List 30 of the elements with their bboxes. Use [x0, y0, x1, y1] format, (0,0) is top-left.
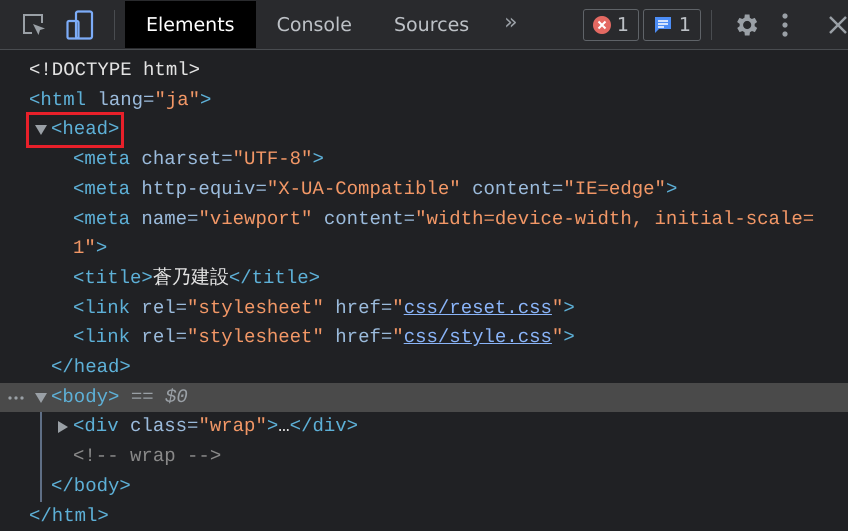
chat-icon	[652, 14, 673, 34]
panel-tab[interactable]: Elements	[125, 1, 256, 48]
expand-arrow-icon[interactable]	[58, 421, 68, 434]
code-line[interactable]: <body> == $0	[51, 382, 188, 412]
code-line[interactable]: <html lang="ja">	[29, 86, 212, 116]
code-line[interactable]: <meta charset="UTF-8">	[73, 145, 324, 175]
code-line[interactable]: <!-- wrap -->	[73, 442, 222, 472]
code-line[interactable]: <head>	[51, 115, 120, 146]
code-line[interactable]: <!DOCTYPE html>	[29, 56, 200, 86]
more-dots-icon[interactable]	[8, 396, 24, 400]
panel-tab[interactable]: Sources	[373, 1, 490, 48]
panel-tab[interactable]: Console	[256, 1, 373, 48]
collapse-arrow-icon[interactable]	[35, 392, 47, 403]
code-line[interactable]: <title>蒼乃建設</title>	[73, 264, 320, 294]
close-icon[interactable]	[828, 14, 848, 34]
more-tabs-button[interactable]: »	[504, 10, 518, 35]
collapse-arrow-icon[interactable]	[35, 125, 47, 136]
error-count-button[interactable]: 1	[582, 8, 639, 40]
code-line[interactable]: <link rel="stylesheet" href="css/reset.css">	[73, 294, 575, 324]
code-line[interactable]: </html>	[29, 502, 109, 531]
code-line[interactable]: <meta http-equiv="X-UA-Compatible" content="IE=edge">	[73, 174, 678, 205]
more-options-icon[interactable]	[782, 12, 788, 36]
device-toolbar-icon[interactable]	[66, 10, 94, 40]
code-line[interactable]: <div class="wrap">…</div>	[73, 412, 358, 442]
code-line[interactable]: </head>	[51, 353, 131, 383]
code-line[interactable]: </body>	[51, 472, 131, 502]
code-line[interactable]: <link rel="stylesheet" href="css/style.css">	[73, 323, 575, 354]
message-count-button[interactable]: 1	[642, 8, 701, 40]
code-line[interactable]: <meta name="viewport" content="width=device-width, initial-scale=1">	[73, 204, 831, 264]
error-icon	[592, 16, 611, 34]
